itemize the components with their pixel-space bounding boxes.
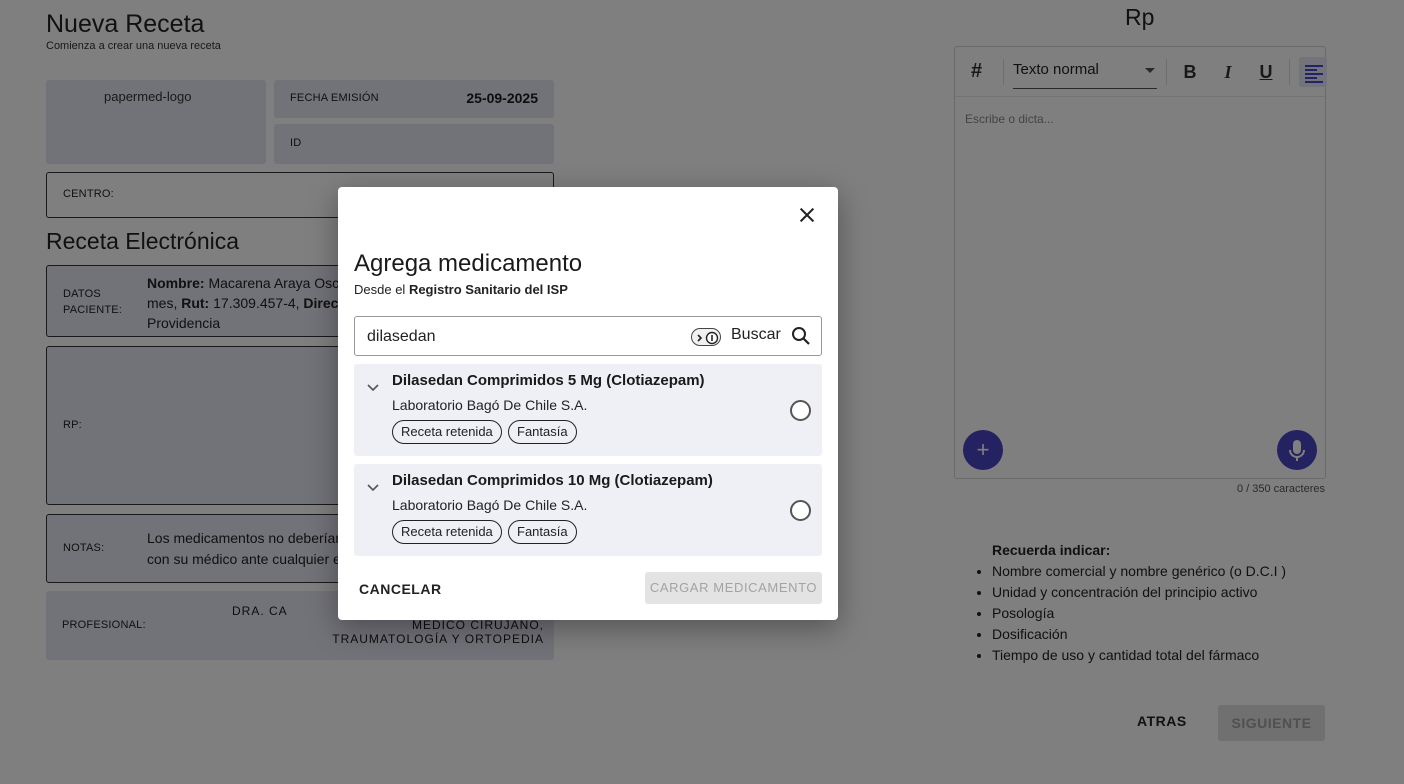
tag-receta-retenida: Receta retenida [392, 520, 502, 544]
medication-result[interactable]: Dilasedan Comprimidos 5 Mg (Clotiazepam)… [354, 364, 822, 456]
medication-result[interactable]: Dilasedan Comprimidos 10 Mg (Clotiazepam… [354, 464, 822, 556]
add-medication-dialog: Agrega medicamento Desde el Registro San… [338, 187, 838, 620]
search-box: Buscar [354, 316, 822, 356]
search-input[interactable] [367, 325, 677, 349]
password-manager-icon[interactable] [691, 328, 721, 346]
select-radio[interactable] [790, 500, 811, 521]
medication-lab: Laboratorio Bagó De Chile S.A. [392, 497, 588, 513]
medication-name: Dilasedan Comprimidos 5 Mg (Clotiazepam) [392, 372, 705, 389]
medication-lab: Laboratorio Bagó De Chile S.A. [392, 397, 588, 413]
medication-name: Dilasedan Comprimidos 10 Mg (Clotiazepam… [392, 472, 713, 489]
tag-receta-retenida: Receta retenida [392, 420, 502, 444]
tag-fantasia: Fantasía [508, 420, 577, 444]
select-radio[interactable] [790, 400, 811, 421]
chevron-down-icon[interactable] [366, 380, 380, 394]
search-button[interactable]: Buscar [731, 326, 781, 344]
chevron-down-icon[interactable] [366, 480, 380, 494]
dialog-subtitle: Desde el Registro Sanitario del ISP [354, 282, 568, 297]
close-icon[interactable] [796, 204, 818, 226]
load-medication-button[interactable]: CARGAR MEDICAMENTO [645, 572, 822, 604]
search-icon[interactable] [791, 326, 811, 346]
dialog-title: Agrega medicamento [354, 250, 583, 277]
cancel-button[interactable]: CANCELAR [359, 581, 442, 597]
dialog-subtitle-source: Registro Sanitario del ISP [408, 282, 568, 297]
dialog-subtitle-prefix: Desde el [354, 282, 406, 297]
tag-fantasia: Fantasía [508, 520, 577, 544]
